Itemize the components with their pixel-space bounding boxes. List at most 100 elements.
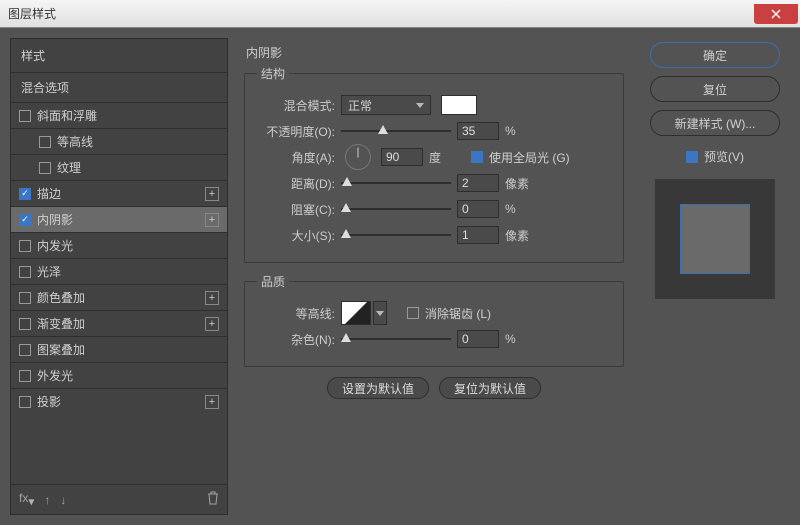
- style-row-2[interactable]: 纹理: [11, 154, 227, 180]
- blending-options[interactable]: 混合选项: [11, 72, 227, 102]
- style-label: 投影: [37, 393, 61, 410]
- blend-mode-label: 混合模式:: [257, 97, 335, 114]
- noise-slider[interactable]: [341, 332, 451, 346]
- titlebar: 图层样式: [0, 0, 800, 28]
- global-light-checkbox[interactable]: [471, 151, 483, 163]
- style-checkbox[interactable]: [19, 292, 31, 304]
- angle-unit: 度: [429, 149, 459, 166]
- quality-group: 品质 等高线: 消除锯齿 (L) 杂色(N): 0 %: [244, 273, 624, 367]
- style-row-0[interactable]: 斜面和浮雕: [11, 102, 227, 128]
- style-checkbox[interactable]: [39, 136, 51, 148]
- new-style-button[interactable]: 新建样式 (W)...: [650, 110, 780, 136]
- structure-group: 结构 混合模式: 正常 不透明度(O): 35 % 角度(A): 90 度 使用…: [244, 65, 624, 263]
- add-effect-icon[interactable]: +: [205, 395, 219, 409]
- style-row-6[interactable]: 光泽: [11, 258, 227, 284]
- structure-legend: 结构: [257, 65, 289, 82]
- preview-swatch: [680, 204, 750, 274]
- fx-icon[interactable]: fx▾: [19, 491, 34, 508]
- style-label: 描边: [37, 185, 61, 202]
- distance-slider[interactable]: [341, 176, 451, 190]
- reset-default-button[interactable]: 复位为默认值: [439, 377, 541, 399]
- opacity-slider[interactable]: [341, 124, 451, 138]
- angle-input[interactable]: 90: [381, 148, 423, 166]
- add-effect-icon[interactable]: +: [205, 213, 219, 227]
- distance-input[interactable]: 2: [457, 174, 499, 192]
- style-checkbox[interactable]: [19, 266, 31, 278]
- make-default-button[interactable]: 设置为默认值: [327, 377, 429, 399]
- down-icon[interactable]: ↓: [60, 493, 66, 507]
- add-effect-icon[interactable]: +: [205, 317, 219, 331]
- style-checkbox[interactable]: [19, 240, 31, 252]
- style-row-8[interactable]: 渐变叠加 +: [11, 310, 227, 336]
- blend-mode-select[interactable]: 正常: [341, 95, 431, 115]
- style-label: 图案叠加: [37, 341, 85, 358]
- noise-label: 杂色(N):: [257, 331, 335, 348]
- style-label: 光泽: [37, 263, 61, 280]
- size-label: 大小(S):: [257, 227, 335, 244]
- style-label: 外发光: [37, 367, 73, 384]
- choke-slider[interactable]: [341, 202, 451, 216]
- style-label: 内发光: [37, 237, 73, 254]
- style-checkbox[interactable]: [19, 318, 31, 330]
- contour-picker[interactable]: [341, 301, 371, 325]
- choke-label: 阻塞(C):: [257, 201, 335, 218]
- global-light-label: 使用全局光 (G): [489, 149, 570, 166]
- style-checkbox[interactable]: [19, 188, 31, 200]
- style-checkbox[interactable]: [19, 214, 31, 226]
- close-icon: [771, 9, 781, 19]
- style-label: 纹理: [57, 159, 81, 176]
- color-swatch[interactable]: [441, 95, 477, 115]
- quality-legend: 品质: [257, 273, 289, 290]
- style-label: 内阴影: [37, 211, 73, 228]
- add-effect-icon[interactable]: +: [205, 187, 219, 201]
- style-label: 等高线: [57, 133, 93, 150]
- noise-unit: %: [505, 332, 535, 346]
- style-row-3[interactable]: 描边 +: [11, 180, 227, 206]
- settings-panel: 内阴影 结构 混合模式: 正常 不透明度(O): 35 % 角度(A): 90 …: [234, 38, 634, 515]
- opacity-input[interactable]: 35: [457, 122, 499, 140]
- up-icon[interactable]: ↑: [44, 493, 50, 507]
- size-slider[interactable]: [341, 228, 451, 242]
- style-label: 斜面和浮雕: [37, 107, 97, 124]
- contour-dropdown[interactable]: [373, 301, 387, 325]
- angle-dial[interactable]: [345, 144, 371, 170]
- noise-input[interactable]: 0: [457, 330, 499, 348]
- right-panel: 确定 复位 新建样式 (W)... 预览(V): [640, 38, 790, 515]
- choke-unit: %: [505, 202, 535, 216]
- style-row-1[interactable]: 等高线: [11, 128, 227, 154]
- style-checkbox[interactable]: [19, 344, 31, 356]
- cancel-button[interactable]: 复位: [650, 76, 780, 102]
- ok-button[interactable]: 确定: [650, 42, 780, 68]
- window-title: 图层样式: [0, 5, 56, 22]
- style-row-4[interactable]: 内阴影 +: [11, 206, 227, 232]
- style-row-9[interactable]: 图案叠加: [11, 336, 227, 362]
- antialias-checkbox[interactable]: [407, 307, 419, 319]
- angle-label: 角度(A):: [257, 149, 335, 166]
- style-checkbox[interactable]: [19, 370, 31, 382]
- style-row-5[interactable]: 内发光: [11, 232, 227, 258]
- close-button[interactable]: [754, 4, 798, 24]
- trash-icon[interactable]: [207, 491, 219, 508]
- opacity-unit: %: [505, 124, 535, 138]
- antialias-label: 消除锯齿 (L): [425, 305, 491, 322]
- style-checkbox[interactable]: [19, 396, 31, 408]
- distance-unit: 像素: [505, 175, 535, 192]
- style-checkbox[interactable]: [39, 162, 51, 174]
- style-row-10[interactable]: 外发光: [11, 362, 227, 388]
- choke-input[interactable]: 0: [457, 200, 499, 218]
- sidebar-footer: fx▾ ↑ ↓: [11, 484, 227, 514]
- preview-label: 预览(V): [704, 148, 744, 165]
- style-label: 渐变叠加: [37, 315, 85, 332]
- add-effect-icon[interactable]: +: [205, 291, 219, 305]
- style-label: 颜色叠加: [37, 289, 85, 306]
- preview-box: [655, 179, 775, 299]
- contour-label: 等高线:: [257, 305, 335, 322]
- preview-checkbox[interactable]: [686, 151, 698, 163]
- style-checkbox[interactable]: [19, 110, 31, 122]
- size-input[interactable]: 1: [457, 226, 499, 244]
- style-row-7[interactable]: 颜色叠加 +: [11, 284, 227, 310]
- style-row-11[interactable]: 投影 +: [11, 388, 227, 414]
- styles-sidebar: 样式 混合选项 斜面和浮雕等高线纹理描边+内阴影+内发光光泽颜色叠加+渐变叠加+…: [10, 38, 228, 515]
- distance-label: 距离(D):: [257, 175, 335, 192]
- size-unit: 像素: [505, 227, 535, 244]
